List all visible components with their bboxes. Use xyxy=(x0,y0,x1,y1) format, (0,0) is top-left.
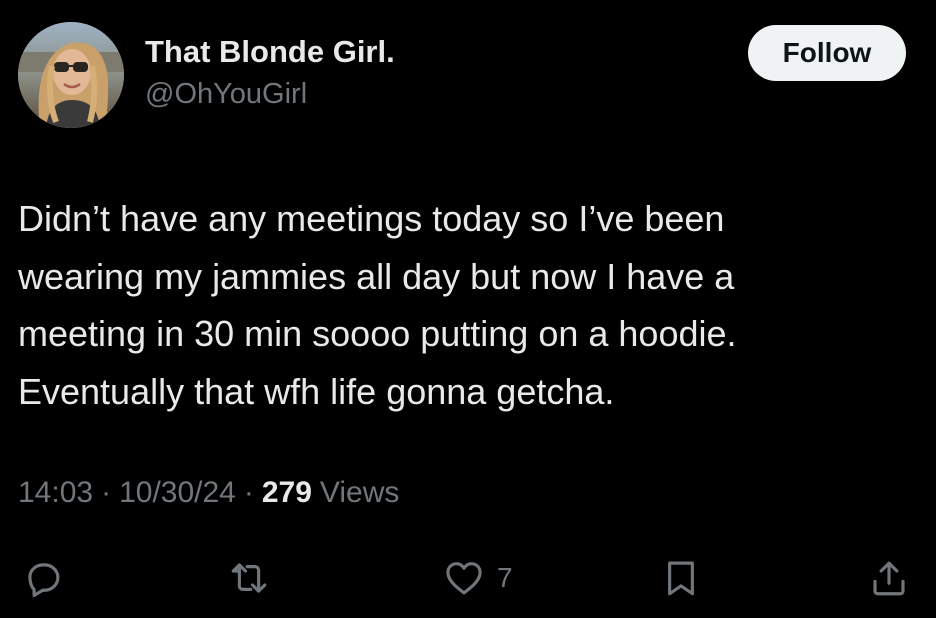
share-button[interactable] xyxy=(868,550,910,606)
meta-separator: · xyxy=(243,476,254,509)
heart-icon xyxy=(446,562,482,595)
bookmark-button[interactable] xyxy=(660,550,702,606)
meta-separator: · xyxy=(101,476,112,509)
retweet-icon xyxy=(231,563,267,593)
tweet-text-line: Eventually that wfh life gonna getcha. xyxy=(18,370,615,412)
action-bar: 7 xyxy=(0,550,936,606)
retweet-button[interactable] xyxy=(228,550,270,606)
user-handle[interactable]: @OhYouGirl xyxy=(145,78,307,111)
reply-icon xyxy=(28,563,60,598)
views-label[interactable]: Views xyxy=(320,476,399,510)
avatar-photo xyxy=(18,22,124,128)
views-count[interactable]: 279 xyxy=(262,476,312,510)
tweet-time[interactable]: 14:03 xyxy=(18,476,93,510)
share-icon xyxy=(873,561,905,596)
tweet-text: Didn’t have any meetings today so I’ve b… xyxy=(18,190,918,420)
tweet-date[interactable]: 10/30/24 xyxy=(119,476,236,510)
tweet-text-line: wearing my jammies all day but now I hav… xyxy=(18,255,735,297)
like-count: 7 xyxy=(497,562,513,593)
display-name[interactable]: That Blonde Girl. xyxy=(145,34,395,70)
avatar[interactable] xyxy=(18,22,124,128)
tweet-text-line: Didn’t have any meetings today so I’ve b… xyxy=(18,198,725,239)
tweet-card: That Blonde Girl. @OhYouGirl Follow Didn… xyxy=(0,0,936,618)
tweet-meta: 14:03 · 10/30/24 · 279 Views xyxy=(18,476,399,510)
reply-button[interactable] xyxy=(22,550,64,606)
bookmark-icon xyxy=(668,561,694,596)
tweet-text-line: meeting in 30 min soooo putting on a hoo… xyxy=(18,313,737,354)
follow-button[interactable]: Follow xyxy=(748,25,906,81)
like-button[interactable]: 7 xyxy=(443,550,513,606)
